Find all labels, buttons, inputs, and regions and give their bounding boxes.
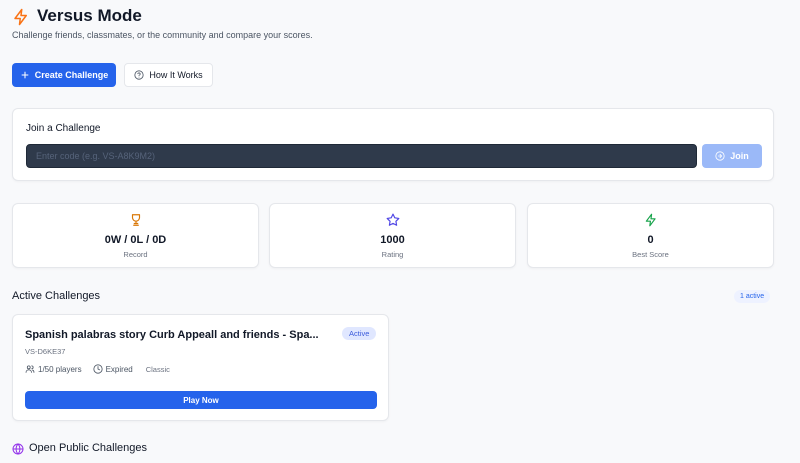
status-badge: Active xyxy=(342,327,377,340)
page-subtitle: Challenge friends, classmates, or the co… xyxy=(12,30,313,40)
open-public-challenges-title: Open Public Challenges xyxy=(29,442,148,454)
join-button-label: Join xyxy=(730,151,749,161)
join-challenge-card: Join a Challenge Join xyxy=(12,108,774,181)
join-button[interactable]: Join xyxy=(702,144,762,168)
active-challenges-title: Active Challenges xyxy=(12,290,101,302)
challenge-type: Classic xyxy=(145,364,170,374)
page-title: Versus Mode xyxy=(37,6,142,25)
rating-value: 1000 xyxy=(380,234,405,246)
challenge-card: Spanish palabras story Curb Appeall and … xyxy=(12,314,389,421)
challenge-title: Spanish palabras story Curb Appeall and … xyxy=(25,329,319,341)
lightning-icon xyxy=(12,8,30,26)
record-label: Record xyxy=(123,250,148,259)
users-icon xyxy=(25,364,35,374)
globe-icon xyxy=(12,443,24,455)
play-now-button[interactable]: Play Now xyxy=(25,391,377,409)
expiry-meta: Expired xyxy=(93,364,133,374)
arrow-right-circle-icon xyxy=(715,151,725,161)
stat-card-best-score: 0 Best Score xyxy=(527,203,774,268)
challenge-meta: 1/50 players Expired Classic xyxy=(25,364,170,374)
best-score-label: Best Score xyxy=(632,250,669,259)
stat-card-record: 0W / 0L / 0D Record xyxy=(12,203,259,268)
expiry-status: Expired xyxy=(105,364,133,374)
record-value: 0W / 0L / 0D xyxy=(104,234,167,246)
active-count-badge: 1 active xyxy=(734,290,771,303)
plus-icon xyxy=(20,70,30,80)
how-it-works-button[interactable]: How It Works xyxy=(124,63,213,87)
join-challenge-title: Join a Challenge xyxy=(26,123,101,134)
best-score-value: 0 xyxy=(647,234,654,246)
help-circle-icon xyxy=(134,70,144,80)
rating-label: Rating xyxy=(381,250,404,259)
stat-card-rating: 1000 Rating xyxy=(269,203,516,268)
players-count: 1/50 players xyxy=(38,364,82,374)
challenge-code: VS-D6KE37 xyxy=(25,347,66,356)
star-icon xyxy=(386,213,400,227)
players-meta: 1/50 players xyxy=(25,364,82,374)
create-challenge-button[interactable]: Create Challenge xyxy=(12,63,116,87)
create-challenge-label: Create Challenge xyxy=(34,70,109,80)
clock-icon xyxy=(93,364,103,374)
trophy-icon xyxy=(129,213,143,227)
how-it-works-label: How It Works xyxy=(149,70,203,80)
lightning-icon xyxy=(644,213,658,227)
challenge-code-input[interactable] xyxy=(26,144,697,168)
